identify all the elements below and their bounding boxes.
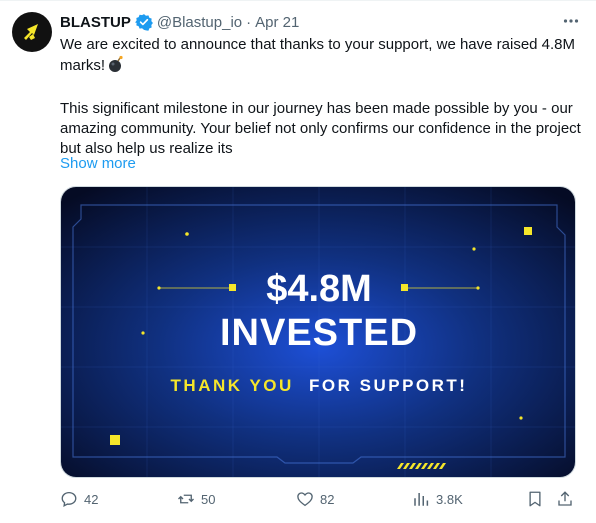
share-button[interactable] [556,488,574,510]
tweet-media-image[interactable]: $4.8M INVESTED THANK YOU FOR SUPPORT! [60,186,576,478]
views-button[interactable]: 3.8K [412,488,463,510]
repost-button[interactable]: 50 [177,488,215,510]
media-headline-word: INVESTED [220,312,418,354]
more-horizontal-icon [563,19,579,23]
verified-badge-icon [134,13,153,31]
reply-count: 42 [84,491,99,507]
tweet-header: BLASTUP @Blastup_io · Apr 21 [60,12,584,32]
media-tagline-rest: FOR SUPPORT! [309,376,467,395]
tweet-paragraph-1: We are excited to announce that thanks t… [60,35,584,79]
bomb-emoji-icon [107,55,125,79]
repost-count: 50 [201,491,216,507]
avatar[interactable] [12,12,52,52]
tweet-paragraph-2: This significant milestone in our journe… [60,100,581,157]
tweet-text: We are excited to announce that thanks t… [60,35,584,159]
media-tagline-highlight: THANK YOU [171,376,294,395]
repost-icon [178,494,194,504]
bookmark-icon [529,491,541,507]
top-divider [0,0,596,1]
tweet-actions-bar: 42 50 82 3.8K [60,488,584,510]
like-button[interactable]: 82 [296,488,334,510]
separator-dot: · [246,13,252,31]
author-handle[interactable]: @Blastup_io [157,14,242,31]
media-headline-amount: $4.8M [266,268,372,310]
views-chart-icon [414,493,429,506]
media-tagline: THANK YOU FOR SUPPORT! [171,376,468,395]
share-icon [558,491,572,506]
author-name[interactable]: BLASTUP [60,14,131,31]
show-more-link[interactable]: Show more [60,154,136,174]
bookmark-button[interactable] [526,488,544,510]
reply-button[interactable]: 42 [60,488,98,510]
heart-icon [297,492,313,507]
reply-icon [61,491,77,507]
views-count: 3.8K [436,491,463,507]
like-count: 82 [320,491,335,507]
tweet-date[interactable]: Apr 21 [255,14,299,31]
blastup-logo-icon [24,24,38,40]
more-options-button[interactable] [558,10,584,32]
